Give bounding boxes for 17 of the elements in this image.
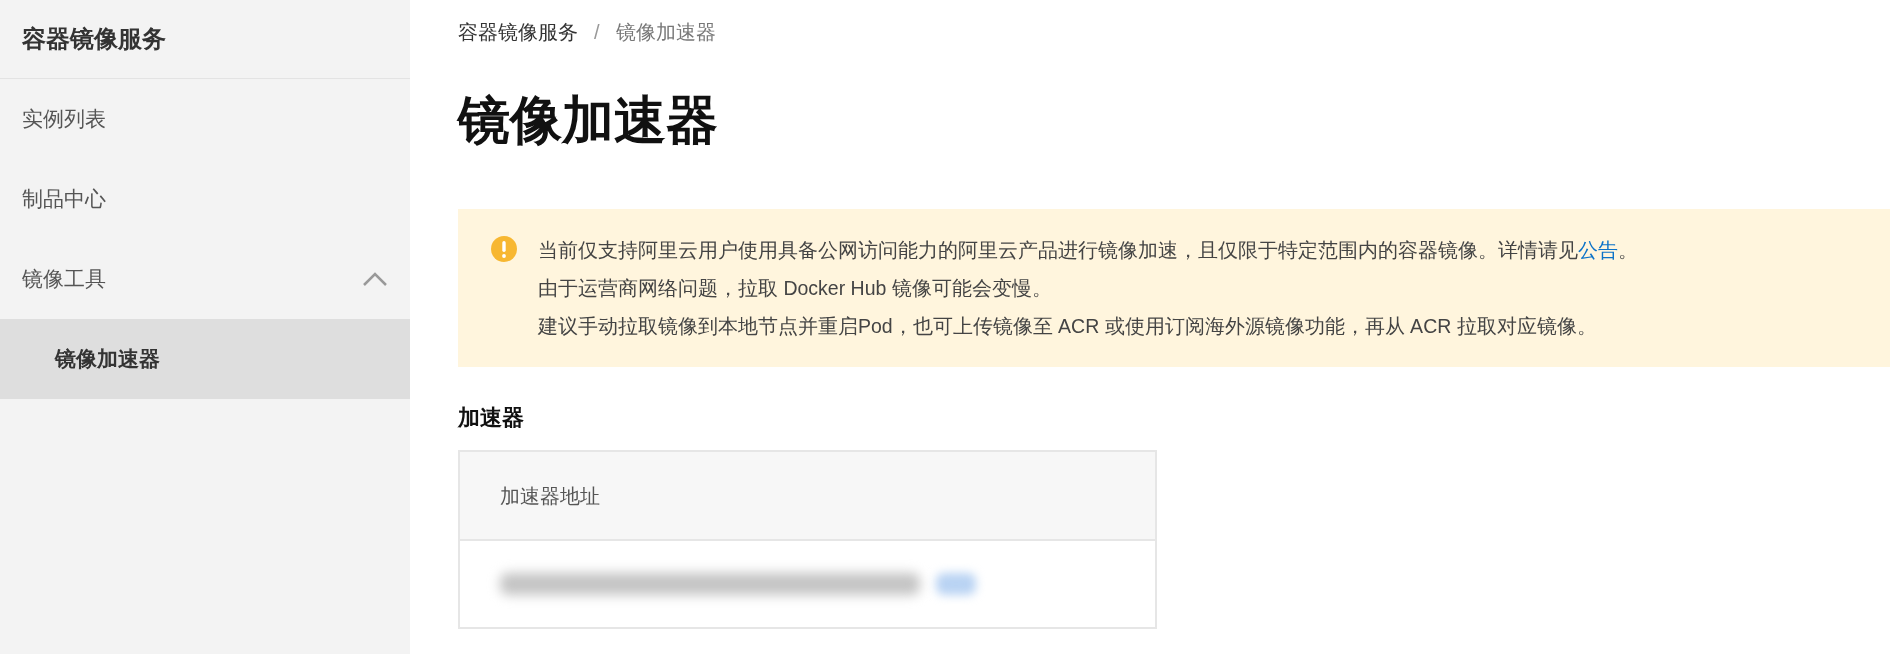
warning-icon (490, 235, 518, 264)
sidebar-item[interactable]: 镜像加速器 (0, 319, 410, 399)
sidebar-item[interactable]: 镜像工具 (0, 239, 410, 319)
sidebar-item[interactable]: 制品中心 (0, 159, 410, 239)
alert-text: 由于运营商网络问题，拉取 Docker Hub 镜像可能会变慢。 (538, 276, 1053, 302)
section-title: 加速器 (458, 404, 525, 433)
breadcrumb-item[interactable]: 容器镜像服务 (458, 17, 578, 47)
page-title: 镜像加速器 (458, 92, 719, 150)
chevron-up-icon (362, 271, 388, 287)
column-header: 加速器地址 (500, 483, 600, 509)
notice-link[interactable]: 公告 (1578, 239, 1618, 262)
alert-text: 建议手动拉取镜像到本地节点并重启Pod，也可上传镜像至 ACR 或使用订阅海外源镜像功能，再从 ACR 拉取对应镜像。 (538, 314, 1598, 340)
breadcrumb-item: 镜像加速器 (615, 20, 716, 45)
sidebar-title: 容器镜像服务 (0, 0, 410, 79)
breadcrumb-separator: / (594, 20, 600, 45)
alert-text: 当前仅支持阿里云用户使用具备公网访问能力的阿里云产品进行镜像加速，且仅限于特定范围内的容器镜像。详情请见公告。 (538, 238, 1638, 264)
sidebar-item[interactable]: 实例列表 (0, 79, 410, 159)
